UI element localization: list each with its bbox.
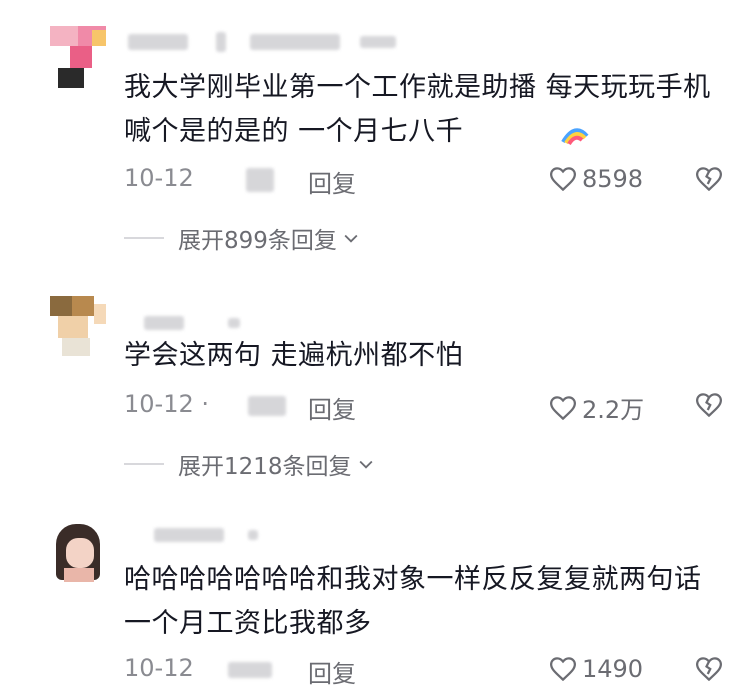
username[interactable] — [124, 312, 254, 336]
broken-heart-icon — [695, 393, 723, 418]
dislike-button[interactable] — [694, 654, 724, 690]
username[interactable] — [124, 30, 424, 54]
location-blur — [248, 396, 286, 416]
like-button[interactable]: 1490 — [548, 654, 643, 684]
dislike-button[interactable] — [694, 390, 724, 426]
avatar[interactable] — [50, 520, 106, 582]
expand-replies-label: 展开1218条回复 — [178, 454, 352, 480]
reply-button[interactable]: 回复 — [308, 390, 356, 425]
comment-date: 10-12 — [124, 164, 194, 192]
like-count: 2.2万 — [582, 396, 645, 424]
reply-button[interactable]: 回复 — [308, 654, 356, 689]
avatar[interactable] — [50, 26, 106, 88]
heart-outline-icon — [549, 657, 577, 682]
comment-meta: 10-12 回复 1490 — [124, 654, 749, 688]
comment-text: 我大学刚毕业第一个工作就是助播 每天玩玩手机喊个是的是的 一个月七八千 — [124, 72, 711, 147]
heart-outline-icon — [549, 395, 577, 420]
like-button[interactable]: 2.2万 — [548, 390, 644, 425]
comment-meta: 10-12 回复 8598 — [124, 164, 749, 198]
username[interactable] — [124, 526, 274, 550]
comment-date: 10-12 — [124, 654, 194, 682]
divider-line — [124, 463, 164, 465]
like-count: 8598 — [582, 165, 644, 193]
avatar[interactable] — [50, 296, 106, 358]
location-blur — [246, 168, 274, 192]
expand-replies-button[interactable]: 展开1218条回复 — [124, 448, 376, 480]
dislike-button[interactable] — [694, 164, 724, 200]
location-blur — [228, 662, 272, 678]
comment-meta: 10-12 · 回复 2.2万 — [124, 390, 749, 424]
chevron-down-icon — [344, 234, 358, 243]
like-count: 1490 — [582, 655, 644, 683]
like-button[interactable]: 8598 — [548, 164, 643, 194]
heart-outline-icon — [549, 167, 577, 192]
expand-replies-label: 展开899条回复 — [178, 228, 337, 254]
broken-heart-icon — [695, 657, 723, 682]
divider-line — [124, 237, 164, 239]
comment-text: 哈哈哈哈哈哈哈和我对象一样反反复复就两句话一个月工资比我都多 — [124, 564, 702, 639]
comment-date: 10-12 · — [124, 390, 209, 418]
rainbow-emoji-icon — [560, 122, 590, 148]
chevron-down-icon — [359, 460, 373, 469]
reply-button[interactable]: 回复 — [308, 164, 356, 199]
comment-text: 学会这两句 走遍杭州都不怕 — [124, 340, 464, 371]
broken-heart-icon — [695, 167, 723, 192]
expand-replies-button[interactable]: 展开899条回复 — [124, 222, 361, 254]
